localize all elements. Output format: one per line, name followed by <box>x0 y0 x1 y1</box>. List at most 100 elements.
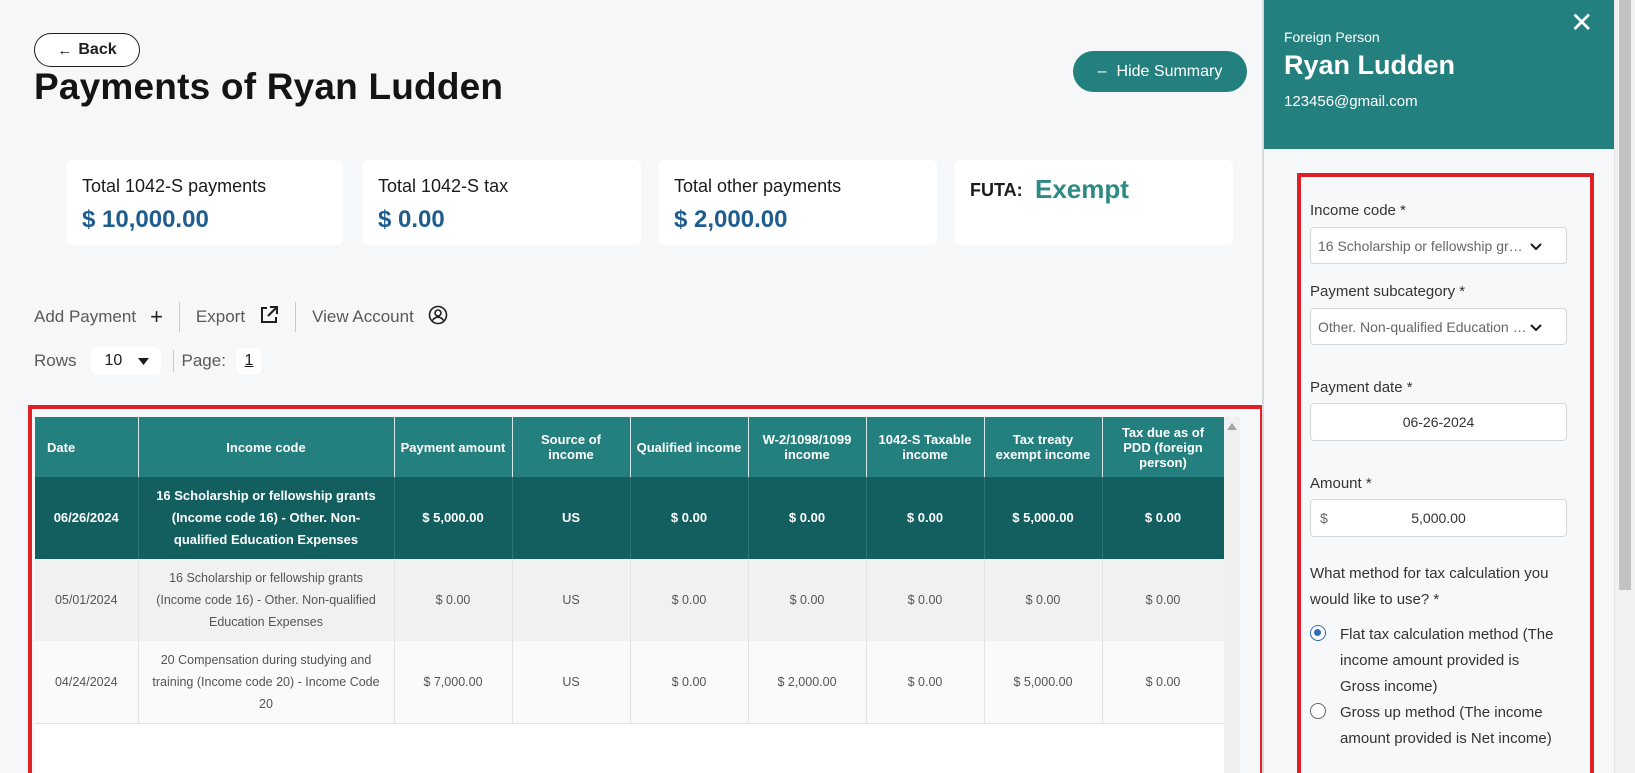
futa-value: Exempt <box>1035 174 1129 204</box>
flat-tax-radio[interactable] <box>1310 625 1326 641</box>
cell-qualified-income: $ 0.00 <box>630 641 749 724</box>
cell-1042s-taxable: $ 0.00 <box>866 641 985 724</box>
amount-value: 5,000.00 <box>1411 510 1466 526</box>
rows-value: 10 <box>104 352 123 369</box>
hide-summary-label: Hide Summary <box>1116 62 1223 80</box>
payments-table-container: Date Income code Payment amount Source o… <box>35 417 1224 773</box>
gross-up-radio[interactable] <box>1310 703 1326 719</box>
export-button[interactable]: Export <box>196 305 295 330</box>
cell-w2-income: $ 0.00 <box>748 477 867 559</box>
cell-source: US <box>512 477 631 559</box>
cell-treaty-exempt: $ 5,000.00 <box>984 641 1103 724</box>
divider <box>172 350 174 372</box>
cell-treaty-exempt: $ 5,000.00 <box>984 477 1103 559</box>
minus-icon: – <box>1097 62 1107 80</box>
summary-card-other-payments: Total other payments $ 2,000.00 <box>658 160 937 245</box>
cell-income-code: 16 Scholarship or fellowship grants (Inc… <box>138 559 395 641</box>
cell-payment-amount: $ 5,000.00 <box>394 477 513 559</box>
cell-treaty-exempt: $ 0.00 <box>984 559 1103 641</box>
close-icon[interactable]: ✕ <box>1570 6 1593 39</box>
cell-tax-due: $ 0.00 <box>1102 641 1224 724</box>
rows-per-page-select[interactable]: 10 <box>90 347 161 375</box>
subcategory-select[interactable]: Other. Non-qualified Education Expenses <box>1310 308 1567 345</box>
payment-date-value: 06-26-2024 <box>1402 414 1475 430</box>
divider <box>178 302 180 332</box>
tax-method-question: What method for tax calculation you woul… <box>1310 565 1549 608</box>
table-row[interactable]: 04/24/2024 20 Compensation during studyi… <box>35 641 1224 724</box>
add-payment-label: Add Payment <box>34 307 137 326</box>
table-scrollbar[interactable] <box>1224 417 1240 773</box>
cell-source: US <box>512 559 631 641</box>
user-circle-icon <box>428 305 448 330</box>
cell-1042s-taxable: $ 0.00 <box>866 559 985 641</box>
col-qualified-income[interactable]: Qualified income <box>630 417 749 477</box>
cell-income-code: 20 Compensation during studying and trai… <box>138 641 395 724</box>
cell-payment-amount: $ 0.00 <box>394 559 513 641</box>
person-kind: Foreign Person <box>1284 29 1380 45</box>
cell-date: 05/01/2024 <box>35 559 139 641</box>
cell-qualified-income: $ 0.00 <box>630 559 749 641</box>
plus-icon: + <box>150 304 163 329</box>
col-tax-due-pdd[interactable]: Tax due as of PDD (foreign person) <box>1102 417 1224 477</box>
hide-summary-button[interactable]: – Hide Summary <box>1073 51 1247 92</box>
page-number-input[interactable]: 1 <box>235 348 262 374</box>
income-code-select[interactable]: 16 Scholarship or fellowship grants (Inc… <box>1310 227 1567 264</box>
cell-payment-amount: $ 7,000.00 <box>394 641 513 724</box>
subcategory-label: Payment subcategory * <box>1310 283 1466 300</box>
export-label: Export <box>195 307 246 326</box>
col-date[interactable]: Date <box>35 417 139 477</box>
table-row[interactable]: 06/26/2024 16 Scholarship or fellowship … <box>35 477 1224 559</box>
col-income-code[interactable]: Income code <box>138 417 395 477</box>
currency-symbol: $ <box>1320 510 1328 526</box>
col-payment-amount[interactable]: Payment amount <box>394 417 513 477</box>
table-header-row: Date Income code Payment amount Source o… <box>35 417 1224 477</box>
page-label: Page: <box>181 351 226 370</box>
income-code-value: 16 Scholarship or fellowship grants (Inc… <box>1318 237 1528 254</box>
cell-w2-income: $ 2,000.00 <box>748 641 867 724</box>
subcategory-value: Other. Non-qualified Education Expenses <box>1318 318 1528 335</box>
summary-card-1042s-payments: Total 1042-S payments $ 10,000.00 <box>66 160 343 245</box>
summary-card-1042s-tax: Total 1042-S tax $ 0.00 <box>362 160 641 245</box>
cell-w2-income: $ 0.00 <box>748 559 867 641</box>
person-name: Ryan Ludden <box>1284 50 1456 80</box>
summary-card-futa: FUTA: Exempt <box>954 160 1233 245</box>
card-label: Total 1042-S payments <box>82 176 267 196</box>
cell-tax-due: $ 0.00 <box>1102 559 1224 641</box>
divider <box>295 302 297 332</box>
cell-date: 04/24/2024 <box>35 641 139 724</box>
income-code-label: Income code * <box>1310 202 1406 219</box>
back-button[interactable]: ← Back <box>34 33 140 67</box>
chevron-down-icon <box>1530 319 1542 335</box>
amount-label: Amount * <box>1310 475 1372 492</box>
cell-date: 06/26/2024 <box>35 477 139 559</box>
card-value: $ 2,000.00 <box>674 206 788 233</box>
cell-income-code: 16 Scholarship or fellowship grants (Inc… <box>138 477 395 559</box>
card-value: $ 0.00 <box>378 206 445 233</box>
gross-up-label[interactable]: Gross up method (The income amount provi… <box>1340 700 1560 752</box>
payment-date-input[interactable]: 06-26-2024 <box>1310 403 1567 441</box>
page-title: Payments of Ryan Ludden <box>34 66 504 107</box>
amount-input[interactable]: $ 5,000.00 <box>1310 499 1567 537</box>
caret-down-icon <box>137 352 149 370</box>
payments-table: Date Income code Payment amount Source o… <box>35 417 1224 724</box>
add-payment-button[interactable]: Add Payment + <box>34 304 179 330</box>
page-scrollbar[interactable] <box>1614 0 1635 773</box>
col-1042s-taxable-income[interactable]: 1042-S Taxable income <box>866 417 985 477</box>
view-account-label: View Account <box>312 307 414 326</box>
payment-date-label: Payment date * <box>1310 379 1413 396</box>
cell-tax-due: $ 0.00 <box>1102 477 1224 559</box>
action-bar: Add Payment + Export View Account <box>34 302 464 332</box>
col-w2-1098-1099-income[interactable]: W-2/1098/1099 income <box>748 417 867 477</box>
scrollbar-thumb[interactable] <box>1619 0 1631 590</box>
cell-qualified-income: $ 0.00 <box>630 477 749 559</box>
col-source-of-income[interactable]: Source of income <box>512 417 631 477</box>
scroll-up-arrow-icon[interactable] <box>1227 423 1237 430</box>
arrow-left-icon: ← <box>57 41 73 59</box>
table-row[interactable]: 05/01/2024 16 Scholarship or fellowship … <box>35 559 1224 641</box>
col-tax-treaty-exempt-income[interactable]: Tax treaty exempt income <box>984 417 1103 477</box>
card-label: Total other payments <box>674 176 842 196</box>
pagination-bar: Rows 10 Page: 1 <box>34 347 262 375</box>
view-account-button[interactable]: View Account <box>312 305 464 330</box>
flat-tax-label[interactable]: Flat tax calculation method (The income … <box>1340 622 1560 700</box>
cell-1042s-taxable: $ 0.00 <box>866 477 985 559</box>
